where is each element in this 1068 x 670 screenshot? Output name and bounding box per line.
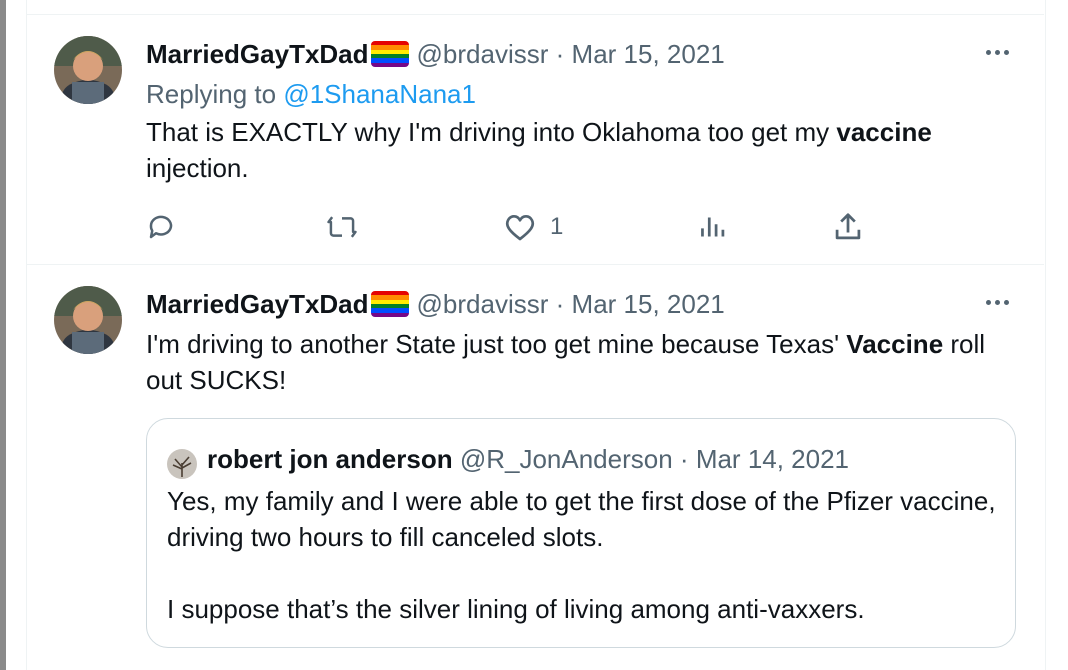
divider-between-tweets: [26, 264, 1044, 265]
views-button[interactable]: [698, 212, 726, 242]
quoted-tweet[interactable]: robert jon anderson @R_JonAnderson · Mar…: [146, 418, 1016, 648]
quoted-paragraph-1: Yes, my family and I were able to get th…: [167, 486, 996, 552]
retweet-icon: [327, 216, 357, 238]
heart-icon: [505, 215, 535, 241]
window-edge: [0, 0, 6, 670]
like-button[interactable]: 1: [504, 212, 563, 242]
divider-top: [26, 14, 1044, 15]
avatar[interactable]: [54, 286, 122, 354]
quoted-text: Yes, my family and I were able to get th…: [167, 483, 997, 627]
separator-dot: ·: [555, 39, 565, 69]
quoted-timestamp: Mar 14, 2021: [695, 444, 850, 474]
share-icon: [835, 213, 861, 240]
bold-keyword: vaccine: [836, 117, 932, 147]
tweet-text: That is EXACTLY why I'm driving into Okl…: [146, 117, 932, 183]
more-horizontal-icon[interactable]: [986, 50, 1009, 55]
rainbow-flag-icon: [370, 41, 409, 67]
timestamp[interactable]: Mar 15, 2021: [572, 289, 725, 319]
views-icon: [701, 217, 725, 237]
bold-keyword: Vaccine: [846, 329, 944, 359]
separator-dot: ·: [555, 289, 565, 319]
quoted-avatar[interactable]: [167, 449, 197, 479]
timestamp[interactable]: Mar 15, 2021: [572, 39, 725, 69]
handle[interactable]: @brdavissr: [417, 39, 549, 69]
replying-to-handle[interactable]: @1ShanaNana1: [283, 79, 476, 109]
handle[interactable]: @brdavissr: [417, 289, 549, 319]
quoted-paragraph-2: I suppose that’s the silver lining of li…: [167, 594, 865, 624]
rainbow-flag-icon: [370, 291, 409, 317]
like-count: 1: [550, 213, 564, 240]
retweet-button[interactable]: [326, 212, 358, 242]
share-button[interactable]: [834, 212, 862, 242]
tweet-text: I'm driving to another State just too ge…: [146, 329, 986, 395]
avatar[interactable]: [54, 36, 122, 104]
quoted-display-name[interactable]: robert jon anderson: [207, 444, 453, 474]
more-horizontal-icon[interactable]: [986, 300, 1009, 305]
separator-dot: ·: [679, 444, 689, 474]
replying-to-label: Replying to: [146, 79, 284, 109]
reply-icon: [149, 215, 173, 239]
display-name[interactable]: MarriedGayTxDad: [146, 289, 369, 319]
quoted-handle[interactable]: @R_JonAnderson: [460, 444, 673, 474]
reply-button[interactable]: [146, 212, 176, 242]
display-name[interactable]: MarriedGayTxDad: [146, 39, 369, 69]
